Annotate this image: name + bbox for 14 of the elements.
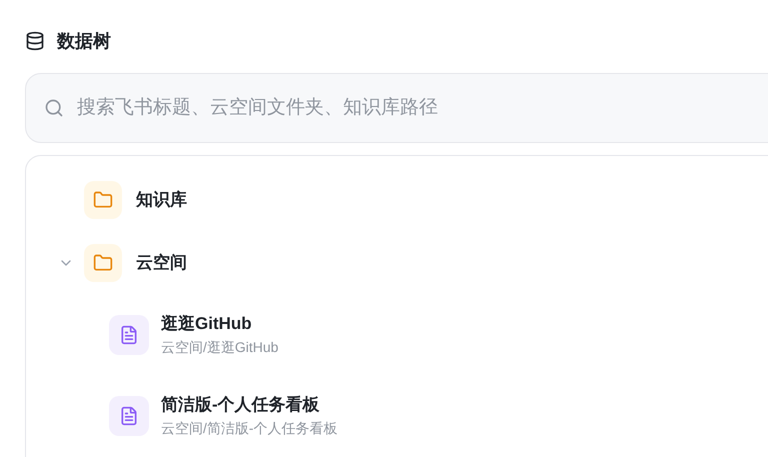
document-path: 云空间/逛逛GitHub: [161, 338, 278, 356]
tree-item-label[interactable]: 云空间: [136, 250, 187, 276]
tree-item-label[interactable]: 知识库: [136, 186, 187, 212]
document-icon: [109, 396, 149, 436]
folder-icon: [84, 180, 122, 218]
document-title[interactable]: 简洁版-个人任务看板: [161, 392, 338, 416]
folder-icon: [84, 244, 122, 282]
document-title[interactable]: 逛逛GitHub: [161, 312, 278, 336]
database-icon: [25, 31, 45, 51]
search-icon: [44, 98, 64, 118]
section-title: 数据树: [57, 30, 111, 52]
document-icon: [109, 314, 149, 354]
search-field[interactable]: 搜索飞书标题、云空间文件夹、知识库路径: [25, 73, 768, 143]
document-path: 云空间/简洁版-个人任务看板: [161, 418, 338, 438]
